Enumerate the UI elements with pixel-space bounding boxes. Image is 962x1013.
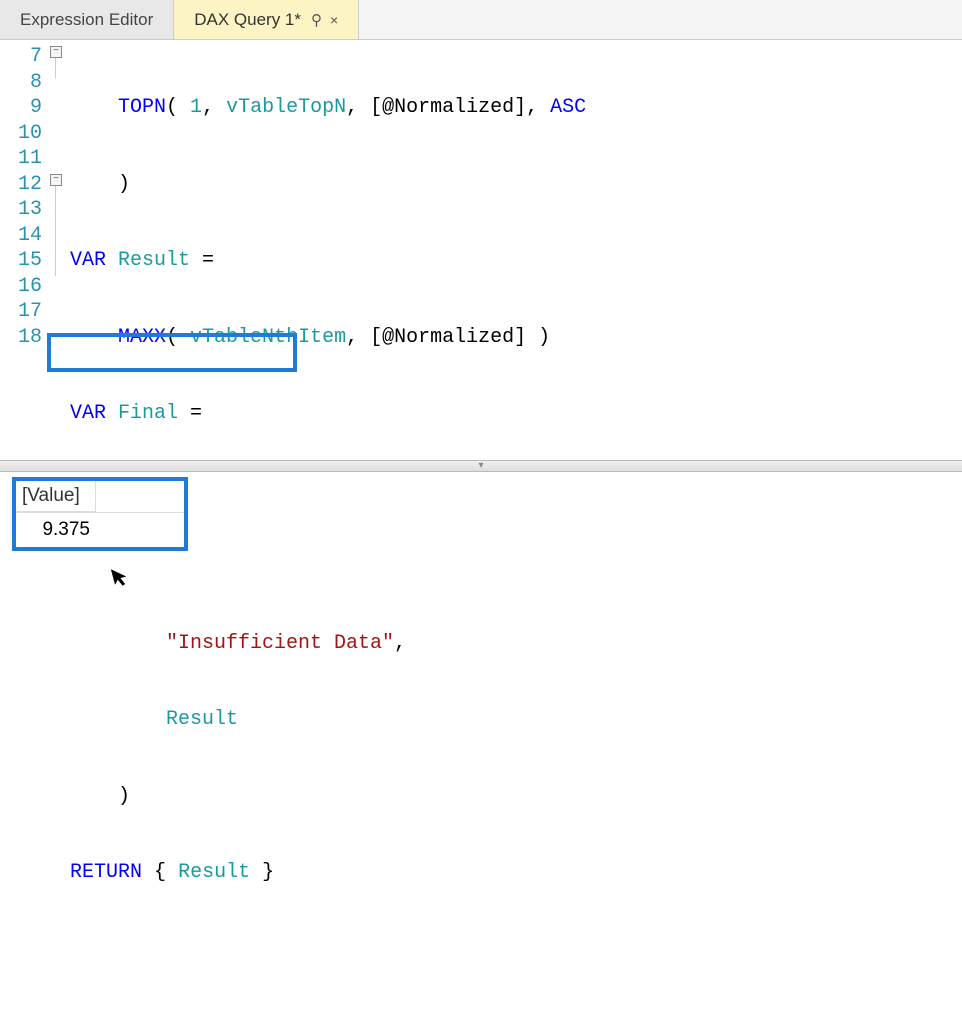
code-line: VAR Final = xyxy=(68,401,962,427)
line-number: 8 xyxy=(0,70,42,96)
line-number: 12 xyxy=(0,172,42,198)
dirty-indicator: * xyxy=(294,10,301,30)
fold-guide xyxy=(55,186,56,276)
results-panel: [Value] 9.375 xyxy=(0,472,962,600)
line-number: 14 xyxy=(0,223,42,249)
code-area[interactable]: TOPN( 1, vTableTopN, [@Normalized], ASC … xyxy=(68,40,962,460)
tab-label: Expression Editor xyxy=(20,10,153,30)
tab-label: DAX Query 1 xyxy=(194,10,294,30)
code-line: MAXX( vTableNthItem, [@Normalized] ) xyxy=(68,325,962,351)
close-icon[interactable]: × xyxy=(330,12,338,28)
line-number: 15 xyxy=(0,248,42,274)
line-number: 16 xyxy=(0,274,42,300)
tab-dax-query[interactable]: DAX Query 1 * ⚲ × xyxy=(174,0,359,39)
pin-icon[interactable]: ⚲ xyxy=(311,11,322,29)
line-number: 17 xyxy=(0,299,42,325)
code-line: Result xyxy=(68,707,962,733)
result-highlight: [Value] 9.375 xyxy=(12,477,188,551)
code-line: ) xyxy=(68,784,962,810)
line-number: 13 xyxy=(0,197,42,223)
fold-column: − − xyxy=(48,40,68,460)
mouse-cursor-icon xyxy=(108,563,133,597)
line-number: 7 xyxy=(0,44,42,70)
fold-guide xyxy=(55,58,56,78)
result-column-header[interactable]: [Value] xyxy=(16,481,96,512)
code-line xyxy=(68,937,962,963)
line-number: 10 xyxy=(0,121,42,147)
code-line: VAR Result = xyxy=(68,248,962,274)
result-cell-value[interactable]: 9.375 xyxy=(16,513,96,547)
code-line: RETURN { Result } xyxy=(68,860,962,886)
result-header-row: [Value] xyxy=(16,481,184,513)
line-number: 18 xyxy=(0,325,42,351)
tab-expression-editor[interactable]: Expression Editor xyxy=(0,0,174,39)
code-line: ) xyxy=(68,172,962,198)
line-gutter: 7 8 9 10 11 12 13 14 15 16 17 18 xyxy=(0,40,48,460)
fold-toggle-icon[interactable]: − xyxy=(50,174,62,186)
line-number: 11 xyxy=(0,146,42,172)
line-number: 9 xyxy=(0,95,42,121)
fold-toggle-icon[interactable]: − xyxy=(50,46,62,58)
code-line: "Insufficient Data", xyxy=(68,631,962,657)
code-editor[interactable]: 7 8 9 10 11 12 13 14 15 16 17 18 − − TOP… xyxy=(0,40,962,460)
tab-bar: Expression Editor DAX Query 1 * ⚲ × xyxy=(0,0,962,40)
code-line: TOPN( 1, vTableTopN, [@Normalized], ASC xyxy=(68,95,962,121)
